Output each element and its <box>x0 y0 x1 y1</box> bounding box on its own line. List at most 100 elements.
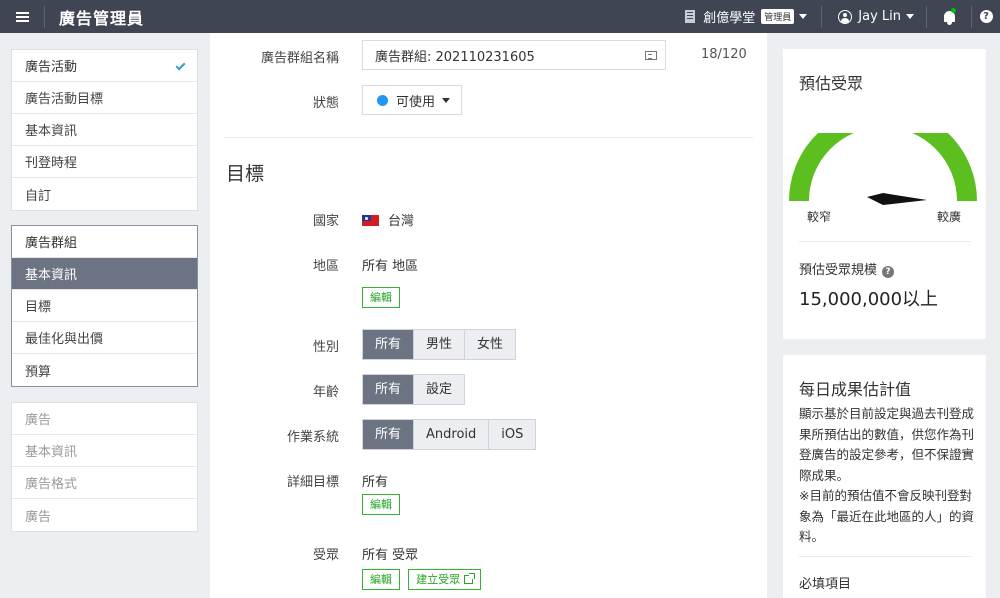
chevron-down-icon <box>442 97 451 103</box>
status-value: 可使用 <box>396 94 436 110</box>
edit-detailed-targeting-button[interactable]: 編輯 <box>362 494 400 515</box>
sidebar-item-label: 最佳化與出價 <box>25 332 104 347</box>
section-divider <box>224 137 753 138</box>
region-value: 所有 地區 <box>362 259 419 274</box>
help-icon: ? <box>979 10 993 23</box>
daily-description-2: ※目前的預估值不會反映刊登對象為「最近在此地區的人」的資料。 <box>799 488 975 544</box>
name-label: 廣告群組名稱 <box>260 51 339 66</box>
external-link-icon <box>464 573 476 584</box>
topbar-divider <box>44 5 45 28</box>
role-badge: 管理員 <box>761 9 795 24</box>
name-char-counter: 18/120 <box>701 47 747 62</box>
id-card-icon <box>645 51 657 60</box>
daily-estimate-card: 每日成果估計值 顯示基於目前設定與過去刊登成果所預估出的數值，供您作為刊登廣告的… <box>783 355 986 598</box>
gender-option-male[interactable]: 男性 <box>414 330 466 359</box>
sidebar-item-label: 自訂 <box>25 188 52 204</box>
sidebar-item-custom[interactable]: 自訂 <box>12 178 197 210</box>
os-option-android[interactable]: Android <box>414 420 490 449</box>
sidebar-item-label: 廣告活動目標 <box>25 92 104 107</box>
top-bar: 廣告管理員 創億學堂 管理員 Jay Lin ? <box>0 0 1000 33</box>
help-button[interactable]: ? <box>972 0 1000 33</box>
taiwan-flag-icon <box>362 215 379 226</box>
sidebar-item-adgroup-basic-info[interactable]: 基本資訊 <box>12 258 197 290</box>
audience-card-title: 預估受眾 <box>799 74 864 93</box>
adgroup-name-value: 廣告群組: 202110231605 <box>375 49 535 65</box>
notifications-button[interactable] <box>927 0 971 33</box>
card-divider <box>799 241 972 242</box>
daily-card-description: 顯示基於目前設定與過去刊登成果所預估出的數值，供您作為刊登廣告的設定參考，但不保… <box>799 404 975 548</box>
sidebar-item-label: 廣告 <box>25 509 52 525</box>
user-menu[interactable]: Jay Lin <box>822 9 926 24</box>
hamburger-menu-icon[interactable] <box>0 0 44 33</box>
daily-card-title: 每日成果估計值 <box>799 380 912 399</box>
gender-option-all[interactable]: 所有 <box>363 330 415 359</box>
gauge-narrow-label: 較窄 <box>807 210 832 224</box>
age-label: 年齡 <box>312 385 339 400</box>
sidebar-item-schedule[interactable]: 刊登時程 <box>12 146 197 178</box>
sidebar-item-label: 基本資訊 <box>25 445 78 460</box>
audience-size-label: 預估受眾規模 <box>799 263 878 278</box>
sidebar-group-campaign: 廣告活動 廣告活動目標 基本資訊 刊登時程 自訂 <box>11 49 198 211</box>
building-icon <box>685 10 696 23</box>
country-label: 國家 <box>312 214 339 229</box>
create-audience-label: 建立受眾 <box>416 573 461 586</box>
sidebar-item-campaign[interactable]: 廣告活動 <box>12 50 197 82</box>
os-option-ios[interactable]: iOS <box>489 420 536 449</box>
sidebar-item-label: 預算 <box>25 364 52 380</box>
create-audience-button[interactable]: 建立受眾 <box>408 569 482 590</box>
sidebar-item-label: 刊登時程 <box>25 156 78 171</box>
audience-size-heading: 預估受眾規模? <box>799 259 895 278</box>
sidebar-item-ad-creative[interactable]: 廣告 <box>12 499 197 531</box>
sidebar-item-targeting[interactable]: 目標 <box>12 290 197 322</box>
status-dropdown[interactable]: 可使用 <box>362 85 462 115</box>
status-label: 狀態 <box>312 96 339 111</box>
notification-dot <box>951 8 956 13</box>
age-selector: 所有 設定 <box>362 374 466 405</box>
detailed-targeting-label: 詳細目標 <box>286 475 339 490</box>
status-dot-icon <box>377 94 388 106</box>
country-name: 台灣 <box>388 214 415 229</box>
sidebar-item-ad-format[interactable]: 廣告格式 <box>12 467 197 499</box>
edit-region-button[interactable]: 編輯 <box>362 287 400 308</box>
gender-option-female[interactable]: 女性 <box>465 330 516 359</box>
os-selector: 所有 Android iOS <box>362 419 537 450</box>
gender-selector: 所有 男性 女性 <box>362 329 517 360</box>
account-switcher[interactable]: 創億學堂 管理員 <box>685 7 821 26</box>
edit-audience-button[interactable]: 編輯 <box>362 569 400 590</box>
sidebar-item-campaign-basic-info[interactable]: 基本資訊 <box>12 114 197 146</box>
main-form-panel: 廣告群組名稱 廣告群組: 202110231605 18/120 狀態 可使用 … <box>210 33 767 598</box>
country-value: 台灣 <box>362 210 414 229</box>
app-title: 廣告管理員 <box>59 8 145 28</box>
audience-gauge <box>789 133 977 205</box>
age-option-all[interactable]: 所有 <box>363 375 415 404</box>
sidebar-item-label: 廣告群組 <box>25 236 78 251</box>
sidebar-item-label: 基本資訊 <box>25 124 78 139</box>
card-divider <box>799 556 972 557</box>
sidebar-item-adgroup[interactable]: 廣告群組 <box>12 226 197 258</box>
chevron-down-icon <box>799 14 808 19</box>
sidebar-group-ad: 廣告 基本資訊 廣告格式 廣告 <box>11 402 198 532</box>
age-option-custom[interactable]: 設定 <box>414 375 465 404</box>
sidebar-item-campaign-objective[interactable]: 廣告活動目標 <box>12 82 197 114</box>
sidebar-item-label: 基本資訊 <box>25 268 78 283</box>
audience-value: 所有 受眾 <box>362 548 419 563</box>
audience-size-value: 15,000,000以上 <box>799 289 939 310</box>
sidebar-item-ad-basic-info[interactable]: 基本資訊 <box>12 435 197 467</box>
os-option-all[interactable]: 所有 <box>363 420 415 449</box>
question-icon[interactable]: ? <box>882 266 895 278</box>
sidebar-item-ad[interactable]: 廣告 <box>12 403 197 435</box>
detailed-targeting-value: 所有 <box>362 475 389 490</box>
sidebar-group-adgroup: 廣告群組 基本資訊 目標 最佳化與出價 預算 <box>11 225 198 387</box>
sidebar-item-optimization-bidding[interactable]: 最佳化與出價 <box>12 322 197 354</box>
adgroup-name-input[interactable]: 廣告群組: 202110231605 <box>362 40 666 70</box>
region-label: 地區 <box>312 259 339 274</box>
gauge-arc <box>789 133 977 202</box>
required-items-label: 必填項目 <box>799 577 852 592</box>
sidebar-item-budget[interactable]: 預算 <box>12 354 197 386</box>
section-title: 目標 <box>226 163 265 185</box>
audience-estimate-card: 預估受眾 較窄 較廣 預估受眾規模? 15,000,000以上 <box>783 49 986 339</box>
user-name: Jay Lin <box>858 9 901 24</box>
user-icon <box>838 9 853 24</box>
os-label: 作業系統 <box>286 430 339 445</box>
daily-description-1: 顯示基於目前設定與過去刊登成果所預估出的數值，供您作為刊登廣告的設定參考，但不保… <box>799 406 975 483</box>
